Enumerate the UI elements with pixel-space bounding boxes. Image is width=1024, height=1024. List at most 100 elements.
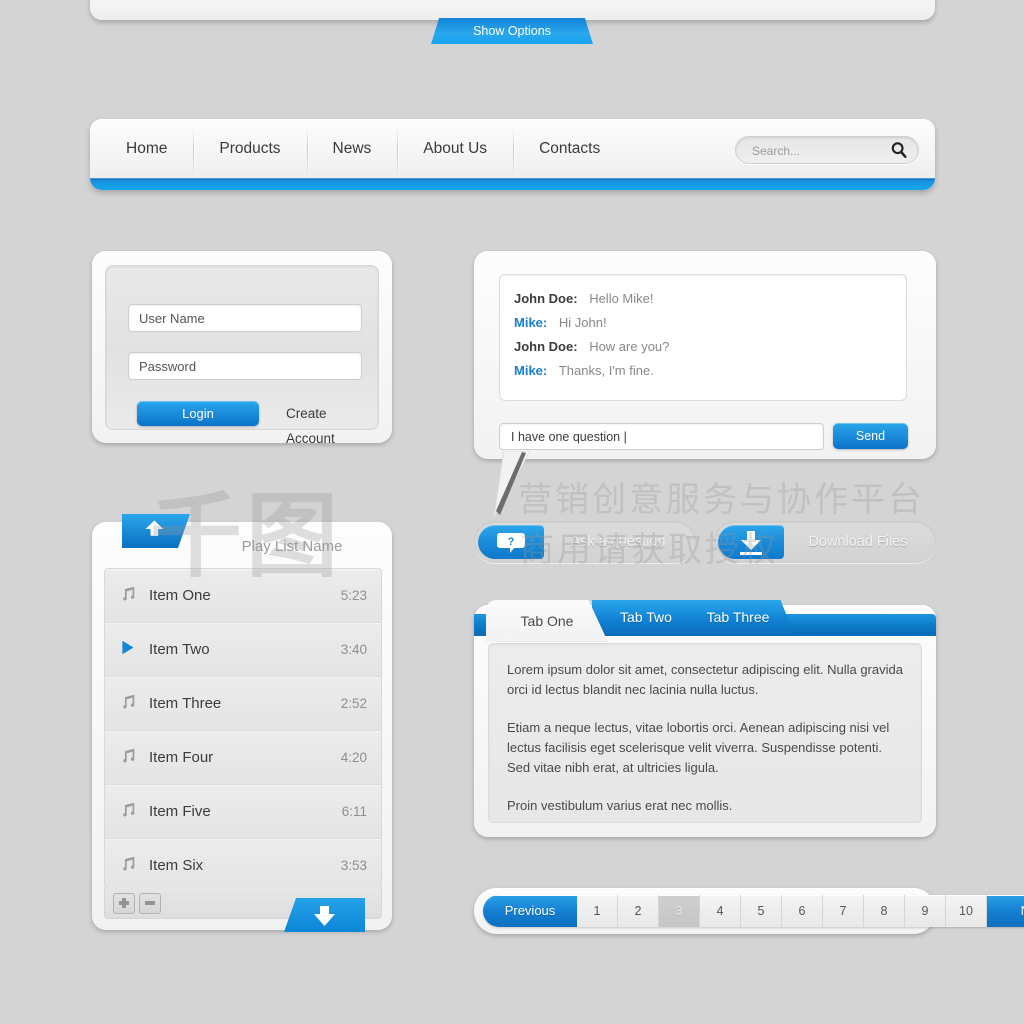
chat-text: How are you? xyxy=(589,339,670,354)
navigation-bar: Home Products News About Us Contacts xyxy=(90,119,935,190)
chat-input-wrapper xyxy=(499,423,824,450)
nav-item-label: About Us xyxy=(423,140,488,157)
playlist-row[interactable]: Item One 5:23 xyxy=(105,569,381,623)
pagination-page-5[interactable]: 5 xyxy=(741,895,782,927)
nav-item-products[interactable]: Products xyxy=(193,119,306,178)
playlist-item-name: Item One xyxy=(149,587,211,604)
playlist-row[interactable]: Item Four 4:20 xyxy=(105,731,381,785)
tabs-panel: Tab Two Tab Three Tab One Lorem ipsum do… xyxy=(474,600,936,837)
nav-item-label: Home xyxy=(126,140,168,157)
music-note-icon xyxy=(105,693,149,715)
tab-paragraph: Etiam a neque lectus, vitae lobortis orc… xyxy=(507,720,890,775)
chat-panel: John Doe: Hello Mike! Mike: Hi John! Joh… xyxy=(474,251,936,518)
nav-item-news[interactable]: News xyxy=(306,119,398,178)
pagination-page-4[interactable]: 4 xyxy=(700,895,741,927)
download-files-button[interactable]: Download Files xyxy=(714,521,936,563)
show-options-tab[interactable]: Show Options xyxy=(431,18,593,44)
minus-icon[interactable] xyxy=(139,893,161,914)
playlist-item-name: Item Six xyxy=(149,857,204,874)
nav-item-contacts[interactable]: Contacts xyxy=(513,119,626,178)
search-box xyxy=(735,136,919,165)
playlist-row[interactable]: Item Three 2:52 xyxy=(105,677,381,731)
chat-text: Hi John! xyxy=(558,315,607,330)
chat-sender: Mike: xyxy=(514,363,548,378)
tab-label: Tab Three xyxy=(706,609,770,625)
pagination-page-2[interactable]: 2 xyxy=(618,895,659,927)
chat-message-log: John Doe: Hello Mike! Mike: Hi John! Joh… xyxy=(499,274,907,401)
username-input[interactable] xyxy=(137,305,359,331)
playlist-row[interactable]: Item Six 3:53 xyxy=(105,839,381,888)
playlist-item-time: 5:23 xyxy=(340,588,367,603)
playlist-item-name: Item Four xyxy=(149,749,214,766)
playlist-collapse-up-tab[interactable] xyxy=(120,510,205,550)
search-icon[interactable] xyxy=(890,141,908,159)
tab-one[interactable]: Tab One xyxy=(486,600,608,642)
download-icon xyxy=(718,525,784,559)
music-note-icon xyxy=(105,801,149,823)
chat-sender: John Doe: xyxy=(514,291,578,306)
tab-three[interactable]: Tab Three xyxy=(682,600,794,634)
playlist-item-time: 2:52 xyxy=(340,696,367,711)
pagination-panel: Previous 1 2 3 4 5 6 7 8 9 10 Next xyxy=(474,888,1024,934)
playlist-item-name: Item Three xyxy=(149,695,222,712)
playlist-up-tab-shape xyxy=(122,514,190,548)
music-note-icon xyxy=(105,747,149,769)
nav-item-label: Products xyxy=(219,140,281,157)
pagination: Previous 1 2 3 4 5 6 7 8 9 10 Next xyxy=(483,895,1024,927)
playlist-down-tab-shape xyxy=(284,898,365,932)
ui-kit-page: Show Options Home Products News About Us… xyxy=(0,0,1024,1024)
playlist-panel: Play List Name Item One 5:23 Item Two 3:… xyxy=(92,514,392,932)
pagination-page-8[interactable]: 8 xyxy=(864,895,905,927)
playlist-item-time: 3:40 xyxy=(340,642,367,657)
nav-item-label: News xyxy=(332,140,372,157)
pagination-page-1[interactable]: 1 xyxy=(577,895,618,927)
password-field xyxy=(128,352,362,380)
download-files-label: Download Files xyxy=(808,534,908,550)
playlist-item-time: 6:11 xyxy=(341,804,367,819)
pagination-page-6[interactable]: 6 xyxy=(782,895,823,927)
nav-item-about-us[interactable]: About Us xyxy=(397,119,513,178)
login-inner: Login Create Account xyxy=(105,265,379,446)
tab-paragraph: Proin vestibulum varius erat nec mollis. xyxy=(507,798,733,813)
chat-message: John Doe: Hello Mike! xyxy=(514,287,892,311)
tab-label: Tab Two xyxy=(620,609,672,625)
chat-sender: John Doe: xyxy=(514,339,578,354)
playlist-row[interactable]: Item Five 6:11 xyxy=(105,785,381,839)
nav-item-list: Home Products News About Us Contacts xyxy=(90,119,626,178)
music-note-icon xyxy=(105,585,149,607)
pagination-page-9[interactable]: 9 xyxy=(905,895,946,927)
send-button[interactable]: Send xyxy=(833,423,908,449)
tab-paragraph: Lorem ipsum dolor sit amet, consectetur … xyxy=(507,662,903,697)
chat-input[interactable] xyxy=(509,424,813,449)
login-panel: Login Create Account xyxy=(92,251,392,446)
username-field xyxy=(128,304,362,332)
pagination-page-3[interactable]: 3 xyxy=(659,895,700,927)
chat-message: Mike: Thanks, I'm fine. xyxy=(514,359,892,383)
tab-strip: Tab Two Tab Three Tab One xyxy=(474,600,936,642)
top-collapsed-panel xyxy=(90,0,935,20)
tab-label: Tab One xyxy=(520,613,574,629)
playlist-collapse-down-tab[interactable] xyxy=(282,896,367,936)
chat-message: Mike: Hi John! xyxy=(514,311,892,335)
password-input[interactable] xyxy=(137,353,359,379)
playlist-item-name: Item Two xyxy=(149,641,210,658)
search-input[interactable] xyxy=(750,137,884,165)
pagination-next[interactable]: Next xyxy=(987,895,1024,927)
nav-accent-bar xyxy=(90,178,935,190)
create-account-link[interactable]: Create Account xyxy=(286,401,378,446)
show-options-label: Show Options xyxy=(473,24,551,38)
tab-content: Lorem ipsum dolor sit amet, consectetur … xyxy=(488,643,922,823)
chat-text: Hello Mike! xyxy=(589,291,654,306)
pagination-previous[interactable]: Previous xyxy=(483,895,577,927)
pagination-page-10[interactable]: 10 xyxy=(946,895,987,927)
plus-icon[interactable] xyxy=(113,893,135,914)
pagination-page-7[interactable]: 7 xyxy=(823,895,864,927)
playlist-row[interactable]: Item Two 3:40 xyxy=(105,623,381,677)
login-button[interactable]: Login xyxy=(137,401,259,426)
playlist-item-time: 3:53 xyxy=(340,858,367,873)
nav-item-label: Contacts xyxy=(539,140,601,157)
playlist-items: Item One 5:23 Item Two 3:40 Item Three 2… xyxy=(104,568,382,889)
nav-item-home[interactable]: Home xyxy=(90,119,193,178)
play-icon[interactable] xyxy=(105,639,149,661)
music-note-icon xyxy=(105,855,149,877)
